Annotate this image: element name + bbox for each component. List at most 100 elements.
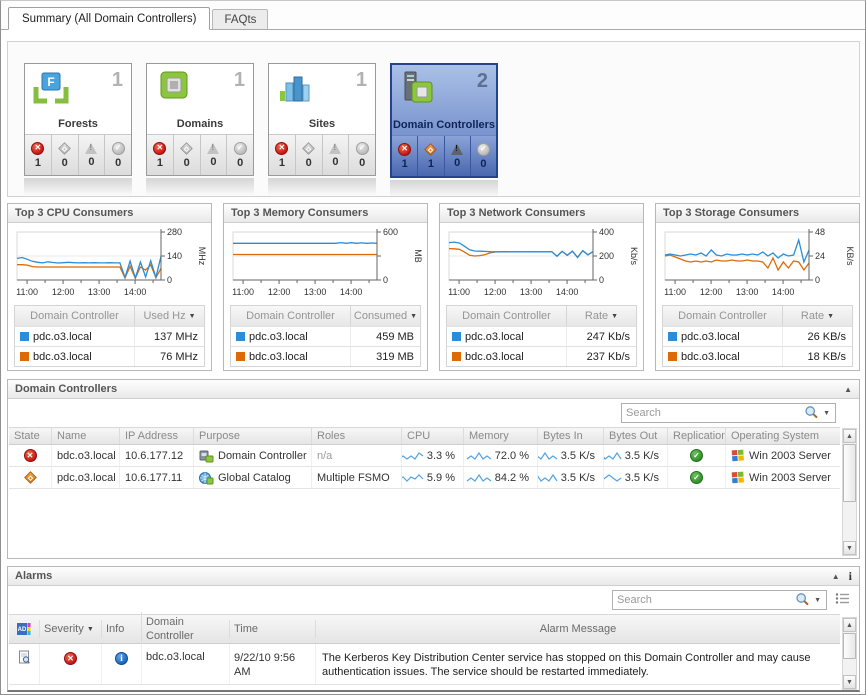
- severity-critical[interactable]: 0: [51, 135, 78, 175]
- column-bytes-out[interactable]: Bytes Out: [603, 428, 667, 444]
- table-row[interactable]: pdc.o3.local 459 MB: [231, 326, 420, 346]
- severity-warning[interactable]: 0: [444, 136, 470, 176]
- severity-fatal[interactable]: 1: [25, 135, 51, 175]
- dc-name-cell: pdc.o3.local: [51, 467, 119, 488]
- severity-normal[interactable]: 0: [226, 135, 253, 175]
- scroll-thumb[interactable]: [843, 444, 856, 502]
- severity-normal[interactable]: 0: [104, 135, 131, 175]
- panel-title: Top 3 Network Consumers: [447, 207, 586, 219]
- scroll-thumb[interactable]: [843, 633, 856, 659]
- svg-text:14:00: 14:00: [340, 287, 363, 297]
- critical-icon: [180, 142, 193, 155]
- search-options-arrow-icon[interactable]: ▼: [819, 410, 832, 417]
- fatal-count: 1: [279, 157, 285, 169]
- severity-critical[interactable]: 0: [173, 135, 200, 175]
- alarm-row[interactable]: bdc.o3.local 9/22/10 9:56 AM The Kerbero…: [9, 644, 840, 685]
- table-row[interactable]: bdc.o3.local 237 Kb/s: [447, 346, 636, 366]
- fatal-state-icon: [24, 449, 37, 462]
- severity-warning[interactable]: 0: [322, 135, 349, 175]
- severity-fatal[interactable]: 1: [392, 136, 417, 176]
- severity-warning[interactable]: 0: [78, 135, 105, 175]
- global-catalog-purpose-icon: [199, 471, 214, 485]
- column-consumed[interactable]: Consumed▼: [350, 306, 420, 326]
- column-severity[interactable]: Severity ▼: [39, 620, 101, 638]
- search-icon[interactable]: [804, 405, 819, 422]
- severity-fatal[interactable]: 1: [269, 135, 295, 175]
- customize-columns-icon[interactable]: [835, 592, 850, 608]
- collapse-icon[interactable]: ▲: [832, 572, 840, 581]
- table-row[interactable]: pdc.o3.local 247 Kb/s: [447, 326, 636, 346]
- column-cpu[interactable]: CPU: [401, 428, 463, 444]
- svg-text:0: 0: [815, 275, 820, 285]
- alarms-search-box: ▼: [612, 590, 827, 610]
- svg-text:12:00: 12:00: [52, 287, 75, 297]
- table-row[interactable]: bdc.o3.local 319 MB: [231, 346, 420, 366]
- metric-value: 137 MHz: [134, 327, 204, 346]
- dc-scrollbar[interactable]: ▲ ▼: [842, 428, 857, 556]
- severity-critical[interactable]: 0: [295, 135, 322, 175]
- dc-table-row[interactable]: bdc.o3.local 10.6.177.12 Domain Controll…: [9, 445, 840, 467]
- tile-domain-controllers[interactable]: 2 Domain Controllers 1 1 0 0: [390, 63, 498, 178]
- column-time[interactable]: Time: [229, 620, 315, 638]
- scroll-up-icon[interactable]: ▲: [843, 429, 856, 443]
- bytes-out-sparkline: [603, 472, 622, 483]
- bytes-out-cell: 3.5 K/s: [603, 445, 667, 466]
- search-input[interactable]: [613, 594, 795, 606]
- dc-table-row[interactable]: pdc.o3.local 10.6.177.11 Global Catalog …: [9, 467, 840, 489]
- column-rate[interactable]: Rate▼: [566, 306, 636, 326]
- panel-memory-consumers: Top 3 Memory Consumers 060011:0012:0013:…: [223, 203, 428, 371]
- alarms-table-header: AD Severity ▼ Info Domain Controller Tim…: [9, 614, 840, 644]
- column-info[interactable]: Info: [101, 620, 141, 638]
- scroll-down-icon[interactable]: ▼: [843, 541, 856, 555]
- column-operating-system[interactable]: Operating System: [725, 428, 840, 444]
- tile-count: 1: [112, 69, 125, 92]
- table-row[interactable]: bdc.o3.local 76 MHz: [15, 346, 204, 366]
- search-input[interactable]: [622, 407, 804, 419]
- tab-summary[interactable]: Summary (All Domain Controllers): [8, 7, 210, 30]
- alarms-scrollbar[interactable]: ▲ ▼: [842, 617, 857, 690]
- column-ad-icon[interactable]: AD: [9, 619, 39, 639]
- search-icon[interactable]: [795, 592, 810, 609]
- panel-title: Top 3 Storage Consumers: [663, 207, 799, 219]
- severity-normal[interactable]: 0: [348, 135, 375, 175]
- alarm-info-icon[interactable]: [115, 652, 128, 665]
- collapse-icon[interactable]: ▲: [844, 385, 852, 394]
- severity-normal[interactable]: 0: [470, 136, 496, 176]
- column-replication[interactable]: Replication: [667, 428, 725, 444]
- table-row[interactable]: pdc.o3.local 26 KB/s: [663, 326, 852, 346]
- bytes-in-cell: 3.5 K/s: [537, 467, 603, 488]
- column-state[interactable]: State: [9, 428, 51, 444]
- fatal-count: 1: [35, 157, 41, 169]
- tab-faqts[interactable]: FAQts: [212, 9, 268, 29]
- tile-forests[interactable]: F 1 Forests 1 0 0 0: [24, 63, 132, 176]
- column-memory[interactable]: Memory: [463, 428, 537, 444]
- scroll-down-icon[interactable]: ▼: [843, 675, 856, 689]
- table-row[interactable]: bdc.o3.local 18 KB/s: [663, 346, 852, 366]
- search-options-arrow-icon[interactable]: ▼: [810, 597, 823, 604]
- column-purpose[interactable]: Purpose: [193, 428, 311, 444]
- column-domain-controller: Domain Controller: [15, 310, 134, 322]
- tile-domains[interactable]: 1 Domains 1 0 0 0: [146, 63, 254, 176]
- column-rate[interactable]: Rate▼: [782, 306, 852, 326]
- info-icon[interactable]: i: [849, 569, 852, 584]
- scroll-up-icon[interactable]: ▲: [843, 618, 856, 632]
- severity-warning[interactable]: 0: [200, 135, 227, 175]
- table-row[interactable]: pdc.o3.local 137 MHz: [15, 326, 204, 346]
- domain-controller-icon: [398, 70, 438, 111]
- column-name[interactable]: Name: [51, 428, 119, 444]
- panel-title: Top 3 CPU Consumers: [15, 207, 133, 219]
- column-alarm-message[interactable]: Alarm Message: [315, 620, 840, 638]
- column-ip-address[interactable]: IP Address: [119, 428, 193, 444]
- tile-sites[interactable]: 1 Sites 1 0 0 0: [268, 63, 376, 176]
- column-bytes-in[interactable]: Bytes In: [537, 428, 603, 444]
- ip-address-cell: 10.6.177.11: [119, 467, 193, 488]
- tile-reflection: [268, 178, 376, 196]
- column-used-hz[interactable]: Used Hz▼: [134, 306, 204, 326]
- ip-address-cell: 10.6.177.12: [119, 445, 193, 466]
- alarm-details-icon[interactable]: [18, 650, 31, 667]
- severity-critical[interactable]: 1: [417, 136, 443, 176]
- column-roles[interactable]: Roles: [311, 428, 401, 444]
- column-domain-controller[interactable]: Domain Controller: [141, 612, 229, 647]
- severity-fatal[interactable]: 1: [147, 135, 173, 175]
- dc-toolbar: ▼: [8, 399, 859, 427]
